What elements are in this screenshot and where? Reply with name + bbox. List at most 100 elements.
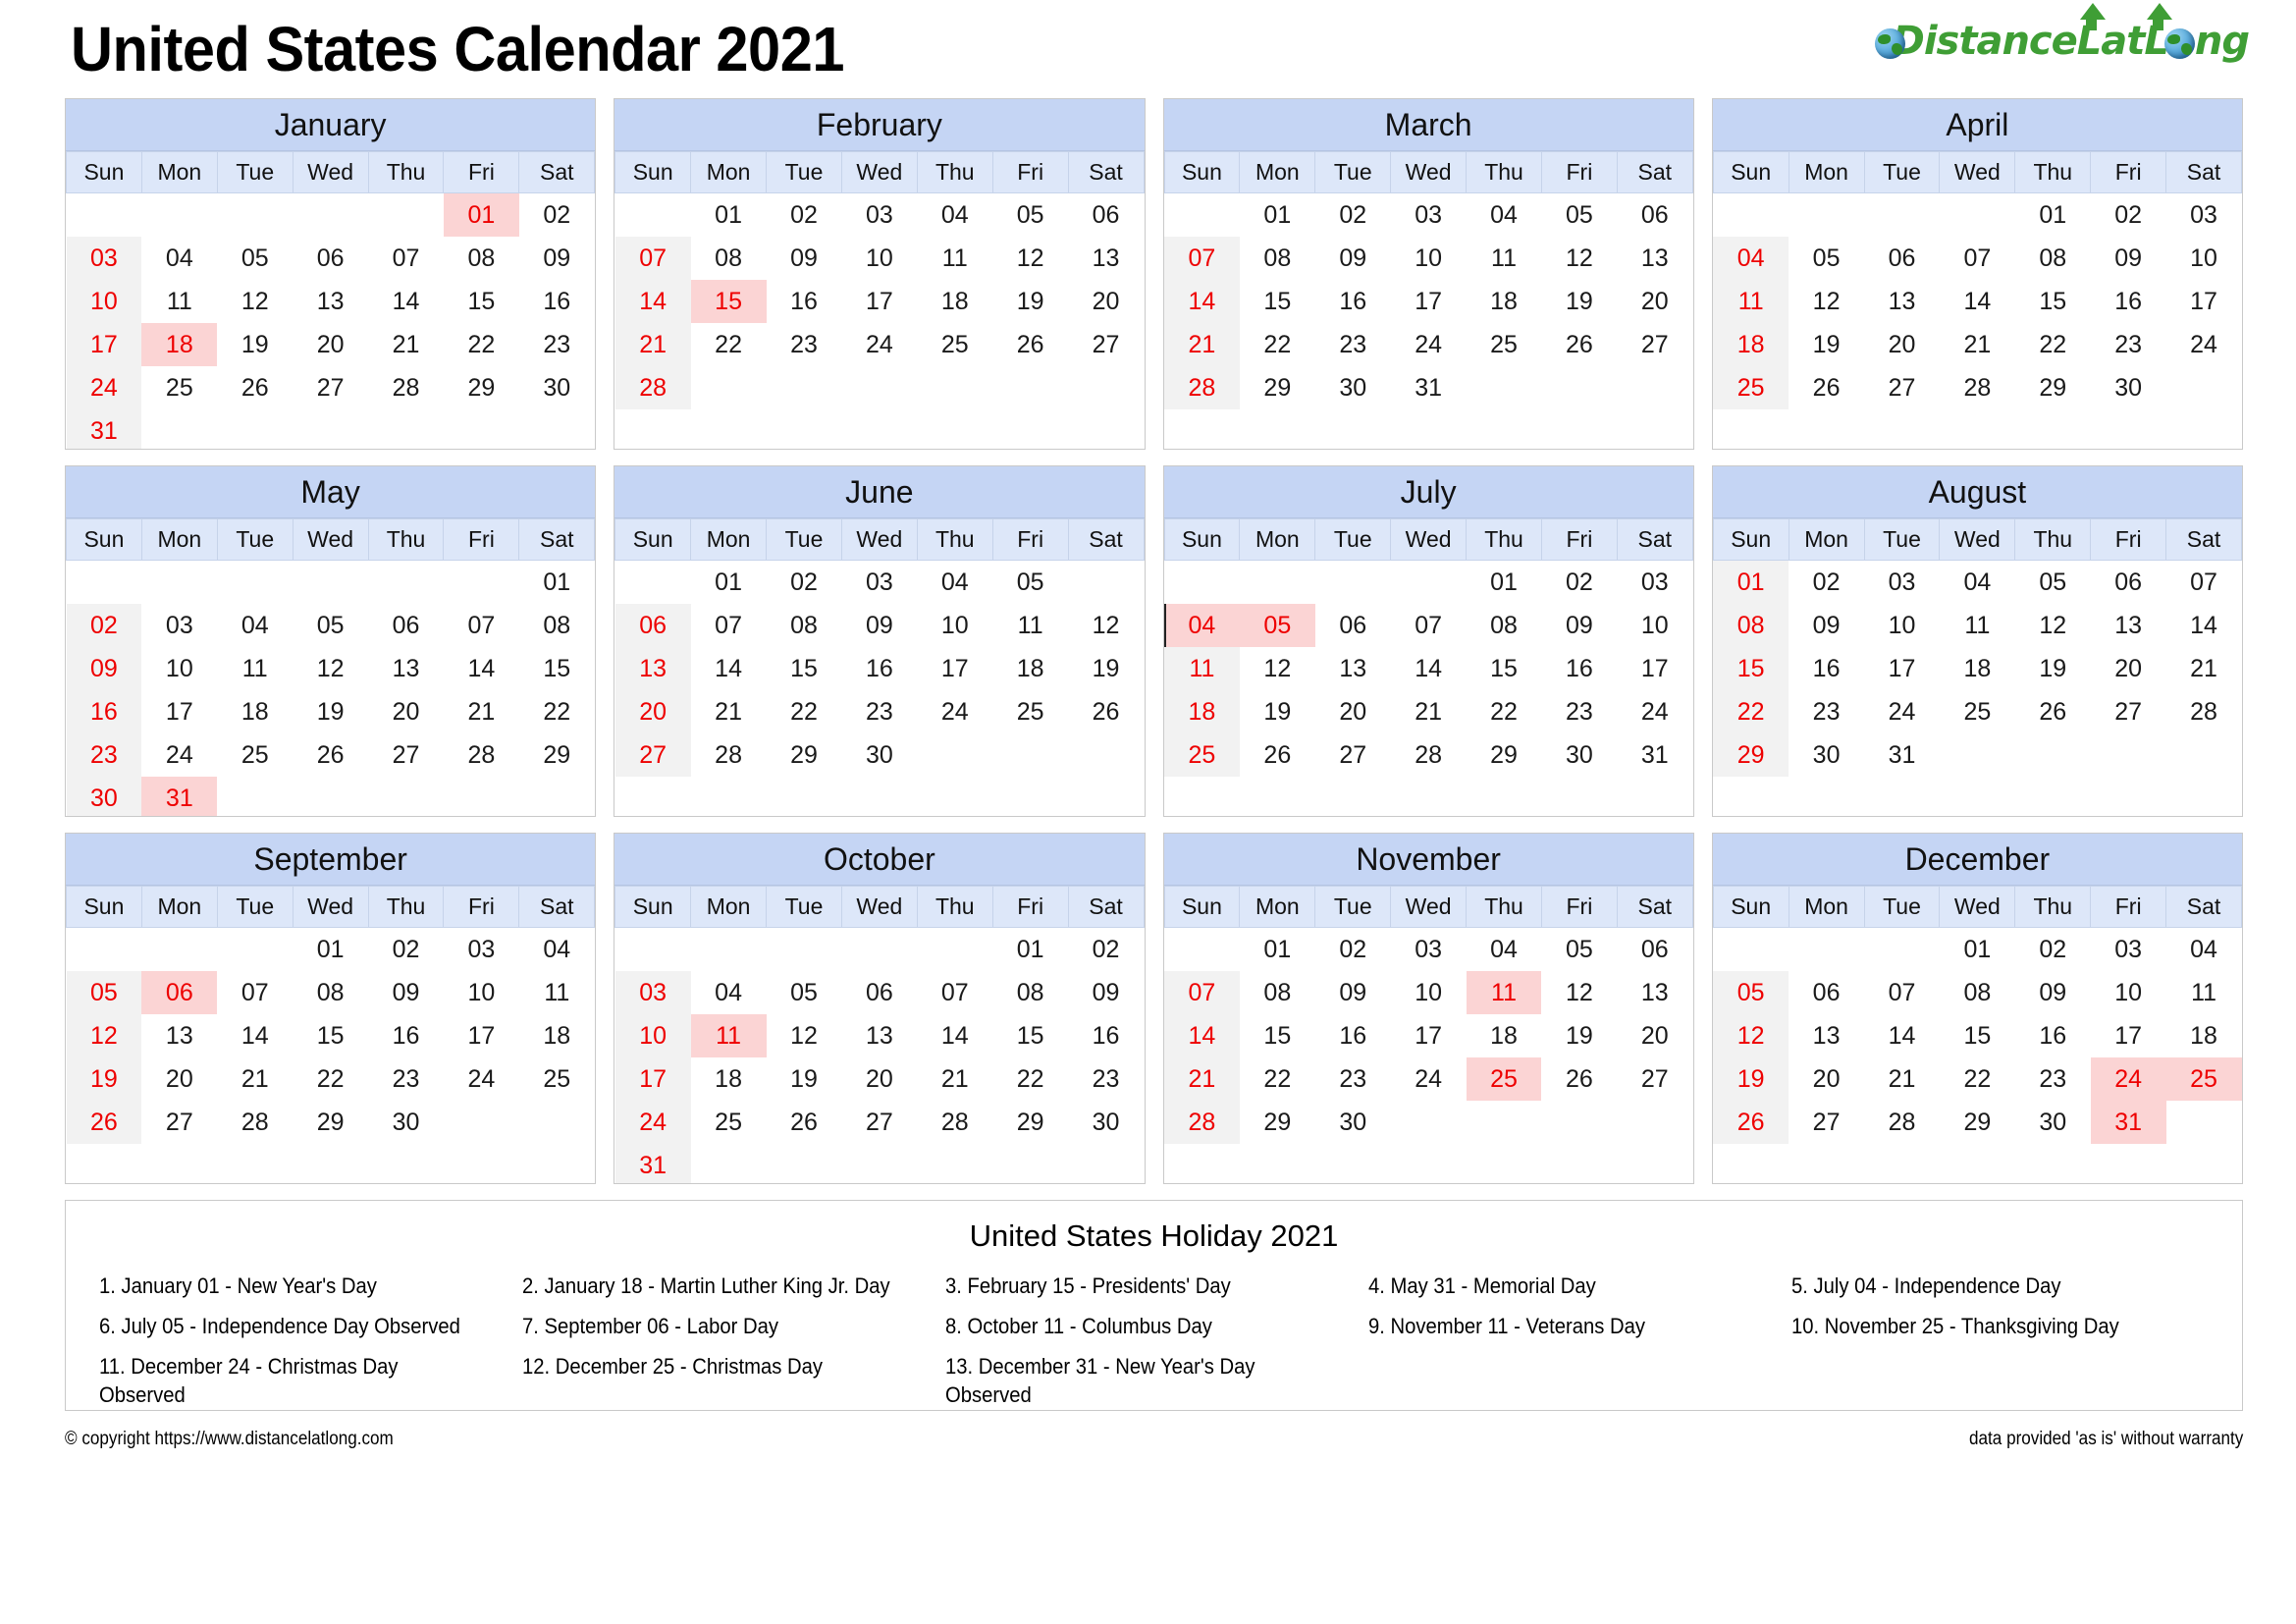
day-cell[interactable]: 27 xyxy=(1315,733,1391,777)
day-cell[interactable]: 01 xyxy=(1940,928,2015,972)
day-cell[interactable]: 04 xyxy=(1164,604,1240,647)
day-cell[interactable]: 02 xyxy=(1315,193,1391,238)
day-cell[interactable]: 28 xyxy=(444,733,519,777)
day-cell[interactable]: 03 xyxy=(2091,928,2166,972)
day-cell[interactable]: 07 xyxy=(1940,237,2015,280)
day-cell[interactable]: 02 xyxy=(1315,928,1391,972)
day-cell[interactable]: 10 xyxy=(1391,237,1467,280)
day-cell[interactable]: 21 xyxy=(217,1057,293,1101)
day-cell[interactable]: 12 xyxy=(1713,1014,1789,1057)
day-cell[interactable]: 12 xyxy=(217,280,293,323)
day-cell[interactable]: 03 xyxy=(614,971,691,1014)
day-cell[interactable]: 23 xyxy=(1068,1057,1144,1101)
day-cell[interactable]: 13 xyxy=(1864,280,1940,323)
day-cell[interactable]: 19 xyxy=(1068,647,1144,690)
day-cell[interactable]: 24 xyxy=(444,1057,519,1101)
day-cell[interactable]: 13 xyxy=(1617,237,1692,280)
day-cell[interactable]: 10 xyxy=(141,647,217,690)
day-cell[interactable]: 22 xyxy=(2015,323,2091,366)
day-cell[interactable]: 05 xyxy=(293,604,368,647)
day-cell[interactable]: 21 xyxy=(1864,1057,1940,1101)
day-cell[interactable]: 15 xyxy=(1467,647,1542,690)
day-cell[interactable]: 22 xyxy=(1713,690,1789,733)
day-cell[interactable]: 13 xyxy=(1068,237,1144,280)
day-cell[interactable]: 02 xyxy=(368,928,444,972)
day-cell[interactable]: 16 xyxy=(1068,1014,1144,1057)
day-cell[interactable]: 14 xyxy=(444,647,519,690)
day-cell[interactable]: 03 xyxy=(2166,193,2242,238)
day-cell[interactable]: 11 xyxy=(1713,280,1789,323)
day-cell[interactable]: 14 xyxy=(368,280,444,323)
day-cell[interactable]: 11 xyxy=(1466,971,1542,1014)
day-cell[interactable]: 23 xyxy=(841,690,917,733)
day-cell[interactable]: 17 xyxy=(1391,1014,1467,1057)
day-cell[interactable]: 05 xyxy=(992,561,1068,605)
day-cell[interactable]: 01 xyxy=(1713,560,1789,604)
day-cell[interactable]: 06 xyxy=(1068,193,1144,238)
day-cell[interactable]: 29 xyxy=(444,366,519,409)
day-cell[interactable]: 30 xyxy=(1789,733,1864,777)
day-cell[interactable]: 21 xyxy=(368,323,444,366)
day-cell[interactable]: 19 xyxy=(1541,1014,1617,1057)
day-cell[interactable]: 06 xyxy=(1617,928,1692,972)
day-cell[interactable]: 15 xyxy=(444,280,519,323)
day-cell[interactable]: 06 xyxy=(368,604,444,647)
day-cell[interactable]: 24 xyxy=(1864,690,1940,733)
day-cell[interactable]: 30 xyxy=(1541,733,1617,777)
day-cell[interactable]: 10 xyxy=(66,280,142,323)
day-cell[interactable]: 21 xyxy=(917,1057,992,1101)
day-cell[interactable]: 17 xyxy=(444,1014,519,1057)
day-cell[interactable]: 18 xyxy=(1713,323,1789,366)
day-cell[interactable]: 19 xyxy=(992,280,1068,323)
day-cell[interactable]: 02 xyxy=(2091,193,2166,238)
day-cell[interactable]: 25 xyxy=(217,733,293,777)
day-cell[interactable]: 05 xyxy=(66,971,142,1014)
day-cell[interactable]: 21 xyxy=(1164,323,1240,366)
day-cell[interactable]: 24 xyxy=(917,690,992,733)
day-cell[interactable]: 27 xyxy=(293,366,368,409)
day-cell[interactable]: 14 xyxy=(691,647,767,690)
day-cell[interactable]: 16 xyxy=(2015,1014,2091,1057)
day-cell[interactable]: 26 xyxy=(217,366,293,409)
day-cell[interactable]: 19 xyxy=(1541,280,1617,323)
day-cell[interactable]: 08 xyxy=(1940,971,2015,1014)
day-cell[interactable]: 10 xyxy=(2166,237,2242,280)
day-cell[interactable]: 04 xyxy=(691,971,767,1014)
day-cell[interactable]: 18 xyxy=(917,280,992,323)
day-cell[interactable]: 10 xyxy=(614,1014,691,1057)
day-cell[interactable]: 25 xyxy=(141,366,217,409)
day-cell[interactable]: 09 xyxy=(2015,971,2091,1014)
day-cell[interactable]: 12 xyxy=(2015,604,2091,647)
day-cell[interactable]: 23 xyxy=(2015,1057,2091,1101)
day-cell[interactable]: 17 xyxy=(614,1057,691,1101)
day-cell[interactable]: 28 xyxy=(1164,1101,1240,1144)
day-cell[interactable]: 07 xyxy=(444,604,519,647)
day-cell[interactable]: 24 xyxy=(1391,323,1467,366)
day-cell[interactable]: 13 xyxy=(1789,1014,1864,1057)
day-cell[interactable]: 28 xyxy=(1940,366,2015,409)
day-cell[interactable]: 27 xyxy=(614,733,691,777)
day-cell[interactable]: 17 xyxy=(141,690,217,733)
day-cell[interactable]: 20 xyxy=(1068,280,1144,323)
day-cell[interactable]: 30 xyxy=(66,777,142,816)
day-cell[interactable]: 26 xyxy=(2015,690,2091,733)
day-cell[interactable]: 04 xyxy=(917,193,992,238)
day-cell[interactable]: 25 xyxy=(1940,690,2015,733)
day-cell[interactable]: 01 xyxy=(1240,928,1315,972)
day-cell[interactable]: 23 xyxy=(2091,323,2166,366)
day-cell[interactable]: 30 xyxy=(1315,366,1391,409)
day-cell[interactable]: 27 xyxy=(1617,323,1692,366)
day-cell[interactable]: 18 xyxy=(519,1014,595,1057)
day-cell[interactable]: 17 xyxy=(66,323,142,366)
day-cell[interactable]: 04 xyxy=(1940,561,2015,605)
day-cell[interactable]: 22 xyxy=(519,690,595,733)
day-cell[interactable]: 21 xyxy=(614,323,691,366)
day-cell[interactable]: 16 xyxy=(1789,647,1864,690)
day-cell[interactable]: 26 xyxy=(767,1101,842,1144)
day-cell[interactable]: 21 xyxy=(1391,690,1467,733)
day-cell[interactable]: 23 xyxy=(1789,690,1864,733)
day-cell[interactable]: 04 xyxy=(1467,928,1542,972)
day-cell[interactable]: 02 xyxy=(1541,561,1617,605)
day-cell[interactable]: 16 xyxy=(2091,280,2166,323)
day-cell[interactable]: 01 xyxy=(293,928,368,972)
